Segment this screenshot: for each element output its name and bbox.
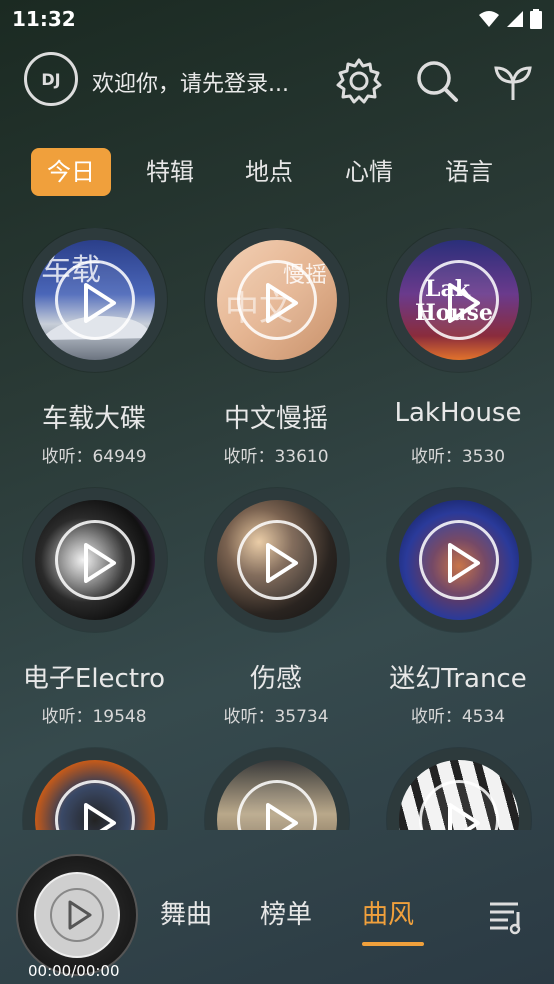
search-icon[interactable] — [412, 56, 462, 106]
listen-count: 收听：33610 — [223, 447, 329, 467]
play-icon — [448, 283, 480, 323]
tab-language[interactable]: 语言 — [429, 148, 509, 196]
genre-disc — [387, 488, 531, 632]
play-button[interactable] — [237, 520, 317, 600]
listen-count: 收听：64949 — [41, 447, 147, 467]
wifi-icon — [479, 11, 499, 27]
genre-disc: 慢摇 中文 — [205, 228, 349, 372]
play-icon — [448, 543, 480, 583]
genre-disc: 车载 — [23, 228, 167, 372]
listen-count: 收听：35734 — [223, 707, 329, 727]
app-header: DJ 欢迎你，请先登录... — [0, 48, 554, 112]
genre-disc — [23, 748, 167, 830]
genre-disc — [205, 748, 349, 830]
nav-charts[interactable]: 榜单 — [260, 894, 312, 931]
genre-title: LakHouse — [394, 398, 522, 428]
tab-today[interactable]: 今日 — [31, 148, 111, 196]
play-icon — [266, 283, 298, 323]
welcome-login-text[interactable]: 欢迎你，请先登录... — [92, 66, 289, 98]
play-icon — [84, 543, 116, 583]
tab-mood[interactable]: 心情 — [329, 148, 409, 196]
genre-title: 迷幻Trance — [389, 664, 527, 694]
play-button[interactable] — [55, 260, 135, 340]
tab-location[interactable]: 地点 — [229, 148, 309, 196]
settings-gear-icon[interactable] — [334, 56, 384, 106]
listen-count: 收听：3530 — [410, 447, 506, 467]
status-icons — [478, 9, 542, 29]
play-icon — [84, 283, 116, 323]
play-icon — [84, 803, 116, 830]
status-bar: 11:32 — [0, 0, 554, 38]
genre-grid: 车载 车载大碟 收听：64949 慢摇 中文 中文慢摇 收听：33610 Lak… — [0, 228, 554, 830]
play-button[interactable] — [419, 260, 499, 340]
play-icon — [266, 803, 298, 830]
tab-special[interactable]: 特辑 — [130, 148, 210, 196]
nav-active-indicator — [362, 942, 424, 946]
bottom-nav-bar: 00:00/00:00 舞曲 榜单 曲风 — [0, 830, 554, 984]
genre-title: 伤感 — [249, 664, 302, 694]
play-icon — [448, 803, 480, 830]
dj-logo-text: DJ — [41, 69, 61, 89]
player-time: 00:00/00:00 — [28, 962, 120, 980]
dj-logo-avatar[interactable]: DJ — [24, 52, 78, 106]
mini-player-disc[interactable] — [16, 854, 138, 976]
play-icon — [266, 543, 298, 583]
genre-disc — [387, 748, 531, 830]
battery-icon — [530, 9, 542, 29]
genre-disc — [205, 488, 349, 632]
nav-dance-music[interactable]: 舞曲 — [160, 894, 212, 931]
status-time: 11:32 — [12, 7, 76, 31]
listen-count: 收听：19548 — [41, 707, 147, 727]
sprout-icon[interactable] — [488, 56, 538, 106]
genre-title: 中文慢摇 — [223, 404, 328, 434]
play-icon[interactable] — [34, 872, 120, 958]
play-button[interactable] — [55, 520, 135, 600]
genre-disc — [23, 488, 167, 632]
playlist-icon[interactable] — [486, 896, 526, 936]
signal-icon — [507, 11, 523, 27]
player-cover — [34, 872, 120, 958]
genre-disc: Lak House — [387, 228, 531, 372]
genre-title: 电子Electro — [22, 664, 166, 694]
genre-title: 车载大碟 — [41, 404, 146, 434]
play-button[interactable] — [237, 260, 317, 340]
listen-count: 收听：4534 — [410, 707, 506, 727]
category-tabs: 今日 特辑 地点 心情 语言 — [0, 146, 554, 200]
play-button[interactable] — [419, 520, 499, 600]
nav-genre[interactable]: 曲风 — [362, 894, 414, 931]
